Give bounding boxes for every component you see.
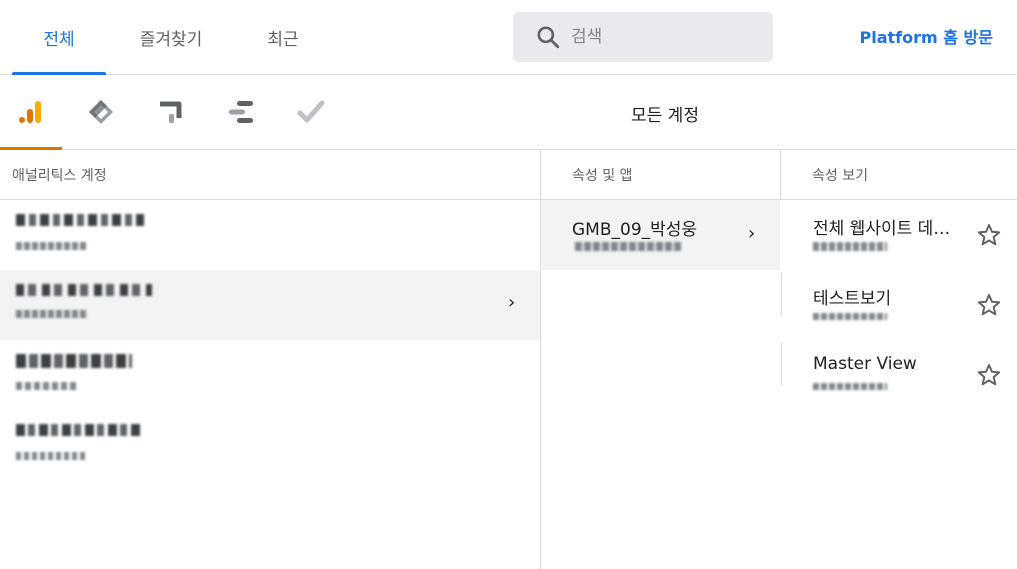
product-surveys[interactable] bbox=[280, 75, 342, 149]
property-id-redacted bbox=[575, 242, 681, 251]
tag-manager-icon bbox=[89, 100, 113, 124]
chevron-right-icon: › bbox=[748, 223, 756, 244]
view-name: Master View bbox=[813, 354, 917, 374]
column-divider bbox=[780, 150, 781, 200]
accounts-column-header: 애널리틱스 계정 bbox=[0, 150, 540, 200]
view-row[interactable]: 전체 웹사이트 데이터 bbox=[781, 200, 1017, 270]
view-name: 테스트보기 bbox=[813, 289, 892, 309]
product-analytics[interactable] bbox=[0, 75, 62, 150]
account-id-redacted bbox=[16, 452, 86, 460]
search-icon bbox=[537, 26, 560, 49]
properties-header-label: 속성 및 앱 bbox=[572, 167, 633, 184]
product-data-studio[interactable] bbox=[210, 75, 272, 149]
property-row-selected[interactable]: GMB_09_박성웅 › bbox=[541, 200, 780, 270]
top-header: 전체 즐겨찾기 최근 Platform 홈 방문 bbox=[0, 0, 1017, 75]
view-row[interactable]: Master View bbox=[781, 340, 1017, 410]
optimize-icon bbox=[160, 101, 182, 123]
accounts-header-label: 애널리틱스 계정 bbox=[12, 167, 107, 184]
view-id-redacted bbox=[813, 242, 887, 251]
product-tag-manager[interactable] bbox=[70, 75, 132, 149]
product-switcher: 모든 계정 bbox=[0, 75, 1017, 150]
account-name-redacted bbox=[16, 214, 144, 226]
account-id-redacted bbox=[16, 382, 78, 390]
account-row[interactable] bbox=[0, 410, 540, 480]
properties-column-header: 속성 및 앱 bbox=[541, 150, 780, 200]
tab-favorites[interactable]: 즐겨찾기 bbox=[124, 0, 218, 74]
account-name-redacted bbox=[16, 424, 140, 436]
account-name-redacted bbox=[16, 354, 132, 368]
chevron-right-icon: › bbox=[508, 292, 516, 313]
account-row-selected[interactable]: › bbox=[0, 270, 540, 340]
views-column-header: 속성 보기 bbox=[781, 150, 1017, 200]
analytics-icon bbox=[19, 101, 41, 123]
view-id-redacted bbox=[813, 313, 887, 320]
account-row[interactable] bbox=[0, 340, 540, 410]
view-divider bbox=[781, 343, 782, 385]
search-box[interactable] bbox=[513, 12, 773, 62]
view-divider bbox=[781, 273, 782, 315]
visit-platform-link[interactable]: Platform 홈 방문 bbox=[860, 24, 993, 48]
data-studio-icon bbox=[229, 101, 253, 123]
star-icon[interactable] bbox=[976, 222, 1002, 248]
surveys-icon bbox=[297, 100, 325, 123]
account-name-redacted bbox=[16, 284, 152, 296]
view-name: 전체 웹사이트 데이터 bbox=[813, 219, 963, 239]
view-id-redacted bbox=[813, 383, 887, 390]
tab-recent-label: 최근 bbox=[267, 29, 299, 50]
star-icon[interactable] bbox=[976, 292, 1002, 318]
account-id-redacted bbox=[16, 242, 86, 250]
account-row[interactable] bbox=[0, 200, 540, 270]
tab-all[interactable]: 전체 bbox=[12, 0, 106, 75]
tab-all-label: 전체 bbox=[43, 29, 75, 50]
product-optimize[interactable] bbox=[140, 75, 202, 149]
property-name: GMB_09_박성웅 bbox=[572, 220, 698, 240]
all-accounts-label: 모든 계정 bbox=[631, 106, 699, 126]
views-header-label: 속성 보기 bbox=[812, 167, 868, 184]
account-id-redacted bbox=[16, 310, 86, 318]
star-icon[interactable] bbox=[976, 362, 1002, 388]
tab-recent[interactable]: 최근 bbox=[236, 0, 330, 74]
view-row[interactable]: 테스트보기 bbox=[781, 270, 1017, 340]
tab-favorites-label: 즐겨찾기 bbox=[139, 29, 203, 50]
search-input[interactable] bbox=[571, 27, 751, 47]
